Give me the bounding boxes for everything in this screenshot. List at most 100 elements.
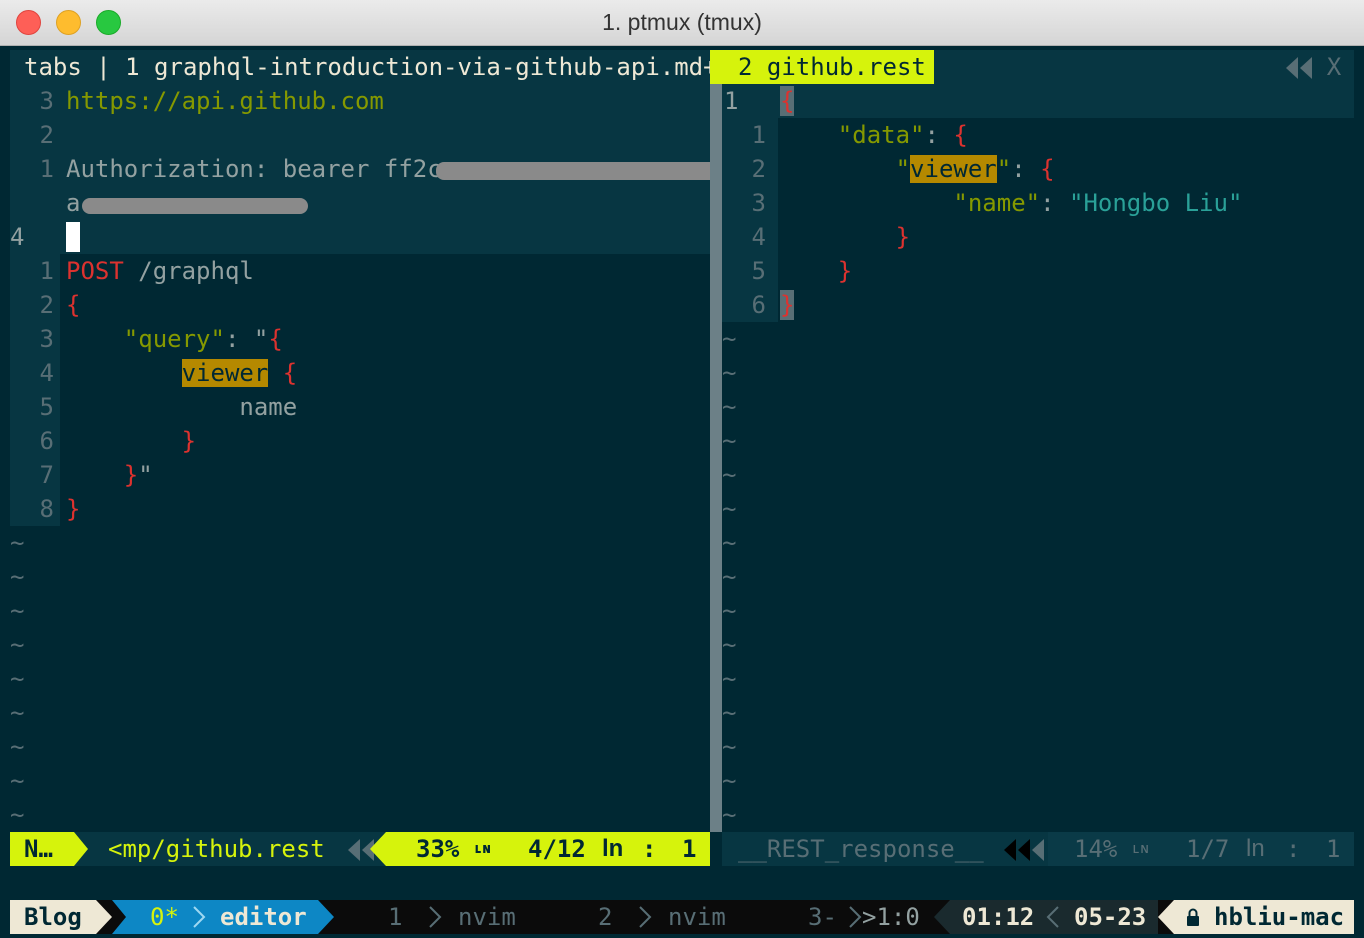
tmux-window-name[interactable]: >1:0	[862, 900, 920, 934]
tmux-window-name[interactable]: nvim	[458, 900, 516, 934]
empty-line-marker: ~	[722, 427, 737, 455]
tmux-window-index[interactable]: 3-	[808, 900, 837, 934]
column-number: 1	[682, 835, 697, 863]
separator-arrow-icon	[370, 832, 386, 866]
empty-line-marker: ~	[10, 699, 25, 727]
search-highlight: viewer	[910, 155, 997, 183]
terminal[interactable]: tabs | 1 graphql-introduction-via-github…	[0, 46, 1364, 938]
code-token: }	[837, 257, 853, 285]
code-token: "query"	[123, 325, 225, 353]
tab-active[interactable]: 2 github.rest	[710, 50, 934, 84]
empty-line-marker: ~	[10, 631, 25, 659]
window-title: 1. ptmux (tmux)	[602, 9, 762, 35]
code-line: "name": "Hongbo Liu"	[780, 186, 1242, 220]
code-line: {	[66, 288, 80, 322]
redacted-token	[82, 198, 308, 214]
tmux-date: 05-23	[1074, 903, 1147, 931]
line-number: 7	[39, 461, 54, 489]
chevron-right-icon	[429, 906, 442, 928]
line-number: 2	[39, 121, 54, 149]
line-number: 3	[751, 189, 766, 217]
code-line: }	[780, 254, 852, 288]
line-number: 6	[39, 427, 54, 455]
code-token: }	[895, 223, 911, 251]
code-token: {	[1040, 155, 1055, 183]
statusline-right-filename: __REST_response__	[738, 835, 984, 863]
tmux-window-index[interactable]: 1	[388, 900, 402, 934]
code-token: {	[66, 291, 81, 319]
lock-icon	[1187, 908, 1199, 926]
pane-divider[interactable]	[710, 84, 722, 832]
percent-label: 33%	[416, 835, 460, 863]
line-number: 2	[39, 291, 54, 319]
code-token: {	[282, 359, 298, 387]
code-token: :	[1011, 155, 1041, 183]
code-line: }	[66, 424, 196, 458]
line-number: 5	[751, 257, 766, 285]
line-number: 4	[751, 223, 766, 251]
header-line-bg	[10, 118, 710, 152]
tab-inactive[interactable]: tabs | 1 graphql-introduction-via-github…	[10, 50, 718, 84]
line-number-icon-right: ʟɴ	[1132, 841, 1149, 857]
code-token: "data"	[837, 121, 925, 149]
empty-line-marker: ~	[10, 767, 25, 795]
tmux-window-index[interactable]: 2	[598, 900, 612, 934]
tmux-current-index: 0*	[150, 903, 179, 931]
mode-indicator: N…	[10, 832, 74, 866]
line-number-icon: ʟɴ	[474, 841, 491, 857]
empty-line-marker: ~	[722, 563, 737, 591]
code-line: }	[780, 288, 794, 322]
line-number: 1	[724, 87, 739, 115]
close-tab-icon[interactable]: X	[1320, 50, 1348, 84]
chevron-right-icon	[849, 906, 862, 928]
empty-line-marker: ~	[10, 529, 25, 557]
tmux-hostname: hbliu-mac	[1214, 903, 1345, 931]
code-line: }	[66, 492, 80, 526]
line-number: 6	[751, 291, 766, 319]
code-token: {	[953, 121, 968, 149]
empty-line-marker: ~	[722, 461, 737, 489]
code-token: {	[268, 325, 283, 353]
line-number: 4	[39, 359, 54, 387]
empty-line-marker: ~	[10, 733, 25, 761]
chevron-left-icon	[1046, 906, 1059, 928]
code-token: }	[181, 427, 197, 455]
code-line: {	[780, 84, 794, 118]
separator-arrow-icon	[934, 900, 950, 934]
code-token: name	[66, 393, 298, 421]
line-number: 3	[39, 325, 54, 353]
code-token: }	[123, 461, 139, 489]
empty-line-marker: ~	[10, 597, 25, 625]
chevron-right-icon	[639, 906, 652, 928]
tab-arrows-icon	[1286, 57, 1312, 79]
code-token: "	[780, 155, 911, 183]
text-cursor	[66, 222, 80, 252]
separator-arrow-icon	[112, 900, 128, 934]
tmux-session[interactable]: Blog	[10, 900, 96, 934]
separator-arrows-icon	[1004, 839, 1044, 861]
line-number: 5	[39, 393, 54, 421]
tmux-window-name[interactable]: nvim	[668, 900, 726, 934]
separator-arrow-icon	[96, 900, 112, 934]
code-token: "name"	[953, 189, 1041, 217]
empty-line-marker: ~	[722, 359, 737, 387]
line-number	[10, 186, 54, 220]
empty-line-marker: ~	[722, 665, 737, 693]
colon-label: :	[642, 835, 657, 863]
code-token: "	[996, 155, 1012, 183]
cursor-line	[722, 84, 1354, 118]
line-number: 3	[39, 87, 54, 115]
code-line: name	[66, 390, 297, 424]
empty-line-marker: ~	[722, 699, 737, 727]
window-titlebar: 1. ptmux (tmux)	[0, 0, 1364, 46]
empty-line-marker: ~	[722, 767, 737, 795]
code-token: {	[780, 87, 795, 115]
separator-arrow-icon	[318, 900, 334, 934]
code-token: "Hongbo Liu"	[1069, 189, 1243, 217]
